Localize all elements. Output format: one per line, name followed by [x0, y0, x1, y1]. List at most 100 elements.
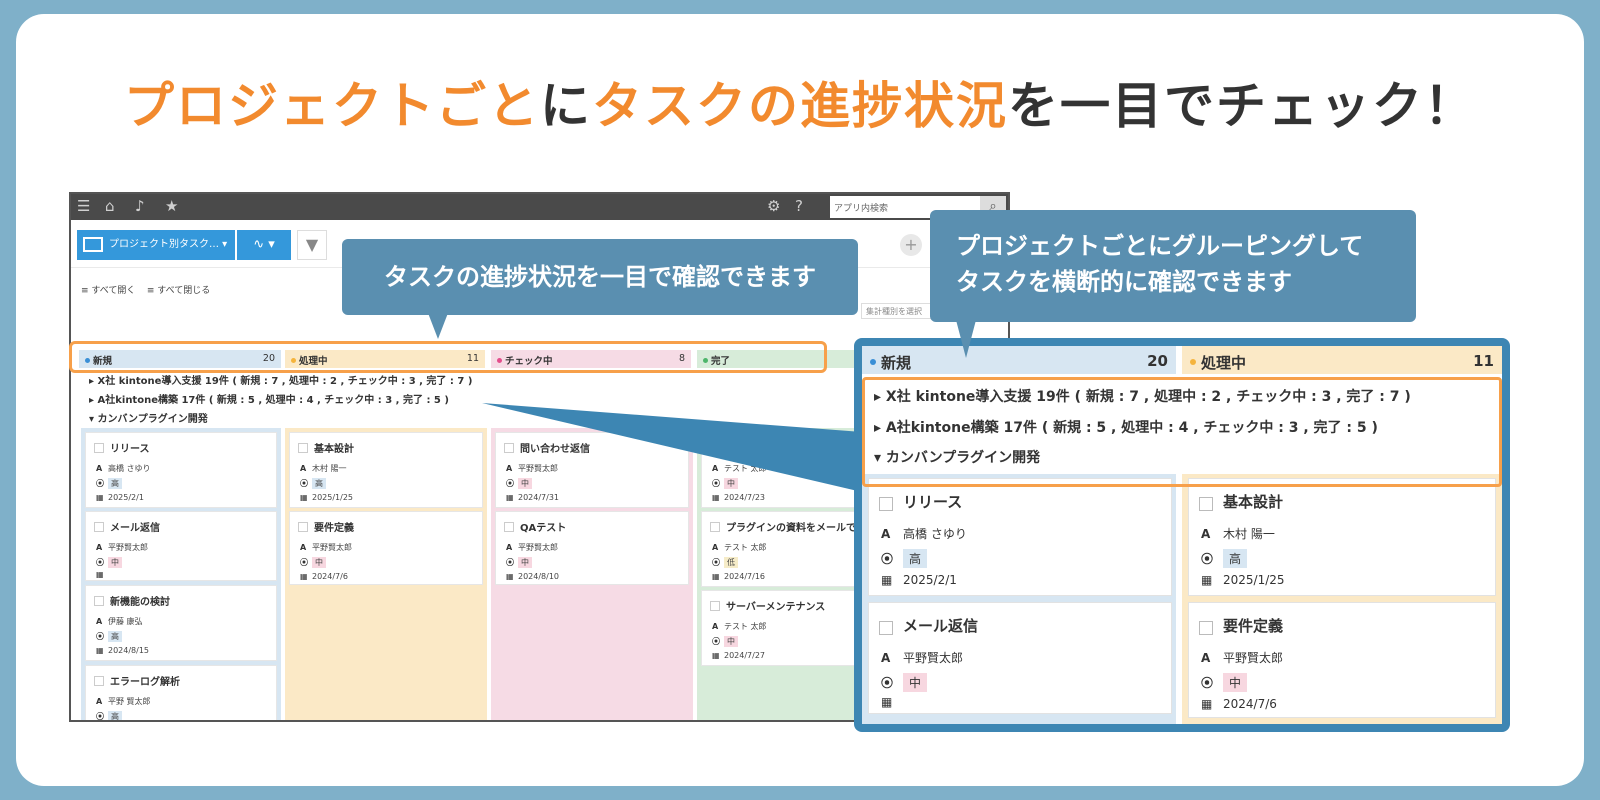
- graph-selector[interactable]: ∿ ▾: [237, 230, 291, 260]
- card-title: 要件定義: [1223, 617, 1284, 635]
- user-icon: A: [881, 651, 891, 665]
- card-checkbox[interactable]: [298, 522, 308, 532]
- card-checkbox[interactable]: [94, 522, 104, 532]
- aggregate-select[interactable]: 集計種別を選択: [861, 303, 941, 319]
- task-card[interactable]: 問い合わせ返信 A 平野賢太郎 ⦿ 中 ▦ 2024/7/31: [495, 432, 689, 508]
- card-date: 2024/8/10: [518, 572, 560, 581]
- card-title: テスト: [726, 444, 756, 455]
- card-user: 平野賢太郎: [312, 543, 352, 552]
- card-title: 新機能の検討: [110, 597, 170, 608]
- table-icon: [83, 237, 103, 252]
- priority-icon: ⦿: [506, 558, 514, 567]
- zoom-task-card[interactable]: リリース A 高橋 さゆり ⦿ 高 ▦ 2025/2/1: [868, 478, 1172, 596]
- card-checkbox[interactable]: [504, 522, 514, 532]
- card-title: メール返信: [903, 617, 979, 635]
- calendar-icon: ▦: [712, 572, 720, 581]
- calendar-icon: ▦: [712, 493, 720, 502]
- card-checkbox[interactable]: [710, 522, 720, 532]
- task-card[interactable]: 新機能の検討 A 伊藤 康弘 ⦿ 高 ▦ 2024/8/15: [85, 585, 277, 661]
- card-date: 2024/7/31: [518, 493, 560, 502]
- headline-part-2: に: [540, 77, 592, 135]
- card-checkbox[interactable]: [710, 601, 720, 611]
- calendar-icon: ▦: [506, 493, 514, 502]
- card-title: メール返信: [110, 523, 160, 534]
- priority-icon: ⦿: [96, 712, 104, 721]
- calendar-icon: ▦: [300, 493, 308, 502]
- collapse-all-link[interactable]: ≡ すべて閉じる: [147, 286, 210, 296]
- view-selector[interactable]: プロジェクト別タスク… ▾: [77, 230, 235, 260]
- card-checkbox[interactable]: [879, 497, 893, 511]
- priority-icon: ⦿: [712, 637, 720, 646]
- card-checkbox[interactable]: [504, 443, 514, 453]
- card-title: 基本設計: [1223, 493, 1284, 511]
- headline-part-4: を一目でチェック！: [1008, 77, 1476, 135]
- card-checkbox[interactable]: [879, 621, 893, 635]
- card-checkbox[interactable]: [94, 676, 104, 686]
- user-icon: A: [506, 543, 513, 552]
- filter-icon[interactable]: ▼: [297, 230, 327, 260]
- calendar-icon: ▦: [881, 573, 893, 587]
- group-row-a[interactable]: ▸ A社kintone構築 17件 ( 新規 : 5 , 処理中 : 4 , チ…: [89, 391, 449, 406]
- callout-tail: [956, 320, 976, 358]
- card-checkbox[interactable]: [298, 443, 308, 453]
- task-card[interactable]: リリース A 高橋 さゆり ⦿ 高 ▦ 2025/2/1: [85, 432, 277, 508]
- card-checkbox[interactable]: [94, 596, 104, 606]
- calendar-icon: ▦: [300, 572, 308, 581]
- priority-tag: 高: [312, 478, 326, 489]
- card-user: テスト 太郎: [724, 543, 767, 552]
- card-user: 木村 陽一: [312, 464, 347, 473]
- calendar-icon: ▦: [506, 572, 514, 581]
- priority-icon: ⦿: [96, 479, 104, 488]
- highlight-group-rows: [862, 377, 1502, 487]
- task-card[interactable]: 要件定義 A 平野賢太郎 ⦿ 中 ▦ 2024/7/6: [289, 511, 483, 585]
- headline: プロジェクトごとにタスクの進捗状況を一目でチェック！: [16, 66, 1584, 138]
- headline-part-3: タスクの進捗状況: [592, 77, 1008, 135]
- star-icon[interactable]: ★: [165, 198, 178, 215]
- user-icon: A: [712, 622, 719, 631]
- task-card[interactable]: 基本設計 A 木村 陽一 ⦿ 高 ▦ 2025/1/25: [289, 432, 483, 508]
- add-record-button[interactable]: +: [900, 234, 922, 256]
- priority-tag: 中: [518, 557, 532, 568]
- group-row-x[interactable]: ▸ X社 kintone導入支援 19件 ( 新規 : 7 , 処理中 : 2 …: [89, 372, 472, 387]
- priority-icon: ⦿: [506, 479, 514, 488]
- expand-all-link[interactable]: ≡ すべて開く: [81, 286, 135, 296]
- menu-icon[interactable]: ☰: [77, 198, 90, 215]
- task-card[interactable]: メール返信 A 平野賢太郎 ⦿ 中 ▦: [85, 511, 277, 581]
- zoom-task-card[interactable]: 基本設計 A 木村 陽一 ⦿ 高 ▦ 2025/1/25: [1188, 478, 1496, 596]
- help-icon[interactable]: ?: [795, 198, 803, 215]
- user-icon: A: [1201, 651, 1211, 665]
- priority-tag: 高: [108, 631, 122, 642]
- card-title: エラーログ解析: [110, 677, 180, 688]
- card-date: 2024/8/15: [108, 646, 150, 655]
- callout-grouping-line2: タスクを横断的に確認できます: [956, 268, 1292, 296]
- card-user: テスト 太郎: [724, 464, 767, 473]
- zoom-task-card[interactable]: 要件定義 A 平野賢太郎 ⦿ 中 ▦ 2024/7/6: [1188, 602, 1496, 718]
- user-icon: A: [881, 527, 891, 541]
- callout-progress-text: タスクの進捗状況を一目で確認できます: [384, 263, 816, 291]
- calendar-icon: ▦: [1201, 573, 1213, 587]
- card-title: QAテスト: [520, 523, 567, 534]
- task-card[interactable]: QAテスト A 平野賢太郎 ⦿ 中 ▦ 2024/8/10: [495, 511, 689, 585]
- priority-tag: 高: [108, 478, 122, 489]
- card-checkbox[interactable]: [1199, 497, 1213, 511]
- gear-icon[interactable]: ⚙: [767, 198, 780, 215]
- card-checkbox[interactable]: [1199, 621, 1213, 635]
- bell-icon[interactable]: ♪: [135, 198, 145, 215]
- zoom-column-header-new: 新規 20: [862, 346, 1176, 374]
- column-label: 処理中: [1201, 354, 1247, 372]
- zoom-task-card[interactable]: メール返信 A 平野賢太郎 ⦿ 中 ▦: [868, 602, 1172, 714]
- user-icon: A: [506, 464, 513, 473]
- priority-icon: ⦿: [96, 558, 104, 567]
- group-row-kanban[interactable]: ▾ カンバンプラグイン開発: [89, 410, 208, 425]
- card-checkbox[interactable]: [710, 443, 720, 453]
- card-user: 木村 陽一: [1223, 527, 1275, 541]
- card-checkbox[interactable]: [94, 443, 104, 453]
- user-icon: A: [1201, 527, 1211, 541]
- priority-tag: 中: [518, 478, 532, 489]
- home-icon[interactable]: ⌂: [105, 198, 115, 215]
- task-card[interactable]: エラーログ解析 A 平野 賢太郎 ⦿ 高: [85, 665, 277, 721]
- priority-icon: ⦿: [1201, 552, 1214, 566]
- priority-icon: ⦿: [1201, 676, 1214, 690]
- card-user: 平野賢太郎: [518, 543, 558, 552]
- card-date: 2024/7/27: [724, 651, 766, 660]
